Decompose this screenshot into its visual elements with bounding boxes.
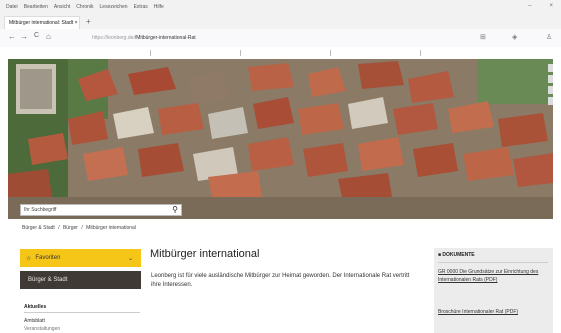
breadcrumb-link-buerger[interactable]: Bürger: [63, 225, 78, 231]
star-icon: ☆: [26, 255, 32, 262]
divider: [24, 312, 140, 313]
sidebar-section-label: Bürger & Stadt: [28, 277, 68, 283]
menu-help[interactable]: Hilfe: [154, 4, 164, 10]
shield-icon[interactable]: ◈: [512, 33, 517, 41]
document-link-broschuere[interactable]: Broschüre Internationaler Rat (PDF): [438, 308, 548, 316]
favorites-label: Favoriten: [35, 255, 61, 261]
sidebar-item-veranstaltungen[interactable]: Veranstaltungen: [24, 326, 60, 332]
home-icon[interactable]: ⌂: [46, 32, 51, 41]
breadcrumb-link-buerger-stadt[interactable]: Bürger & Stadt: [22, 225, 55, 231]
documents-heading-label: DOKUMENTE: [442, 252, 475, 258]
favorites-button[interactable]: ☆ Favoriten ⌄: [20, 249, 141, 267]
menu-view[interactable]: Ansicht: [54, 4, 70, 10]
sidebar-subheading[interactable]: Aktuelles: [24, 304, 46, 310]
document-link-grundsaetze[interactable]: GR 0000 Die Grundsätze zur Einrichtung d…: [438, 268, 548, 284]
browser-menubar: Datei Bearbeiten Ansicht Chronik Lesezei…: [0, 0, 561, 14]
chevron-down-icon: ⌄: [127, 255, 133, 262]
page-title: Mitbürger international: [150, 248, 260, 260]
search-input[interactable]: Ihr Suchbegriff ⚲: [20, 204, 182, 216]
account-icon[interactable]: ♙: [546, 33, 552, 41]
browser-tab[interactable]: Mitbürger international: Stadt ×: [4, 16, 80, 29]
breadcrumb: Bürger & Stadt / Bürger / Mitbürger inte…: [22, 225, 138, 231]
navigation-bar: ← → C ⌂ https://leonberg.de/ /Mitbürger-…: [0, 29, 561, 48]
menu-tools[interactable]: Extras: [134, 4, 148, 10]
breadcrumb-separator: /: [81, 225, 83, 231]
intro-text: Leonberg ist für viele ausländische Mitb…: [151, 273, 410, 288]
extensions-icon[interactable]: ⊞: [480, 33, 486, 41]
menu-history[interactable]: Chronik: [76, 4, 93, 10]
url-prefix: https://leonberg.de/: [92, 35, 135, 41]
close-window-icon[interactable]: ×: [549, 3, 553, 9]
documents-heading: ■ DOKUMENTE: [438, 252, 475, 258]
minimize-icon[interactable]: –: [528, 3, 531, 9]
sidebar-section-buerger-stadt[interactable]: Bürger & Stadt: [20, 271, 141, 289]
tab-strip: Mitbürger international: Stadt × +: [0, 14, 561, 29]
hero-image-aerial-town: [8, 59, 553, 197]
tab-title: Mitbürger international: Stadt ×: [9, 20, 78, 26]
menu-file[interactable]: Datei: [6, 4, 18, 10]
search-placeholder: Ihr Suchbegriff: [24, 207, 57, 213]
search-icon[interactable]: ⚲: [172, 205, 178, 214]
url-bar[interactable]: https://leonberg.de/ /Mitbürger-internat…: [92, 32, 452, 44]
menu-bookmarks[interactable]: Lesezeichen: [100, 4, 128, 10]
documents-box: ■ DOKUMENTE GR 0000 Die Grundsätze zur E…: [434, 248, 553, 333]
forward-icon[interactable]: →: [20, 32, 28, 41]
breadcrumb-separator: /: [58, 225, 60, 231]
reload-icon[interactable]: C: [34, 32, 39, 39]
url-rest: /Mitbürger-international-Rat: [134, 35, 196, 41]
menu-edit[interactable]: Bearbeiten: [24, 4, 48, 10]
breadcrumb-current: Mitbürger international: [86, 225, 136, 231]
sidebar-item-amtsblatt[interactable]: Amtsblatt: [24, 318, 45, 324]
new-tab-button[interactable]: +: [86, 17, 91, 26]
bookmarks-bar: [0, 47, 561, 59]
window-controls: – ×: [522, 3, 553, 9]
divider: [438, 262, 548, 263]
back-icon[interactable]: ←: [8, 32, 16, 41]
